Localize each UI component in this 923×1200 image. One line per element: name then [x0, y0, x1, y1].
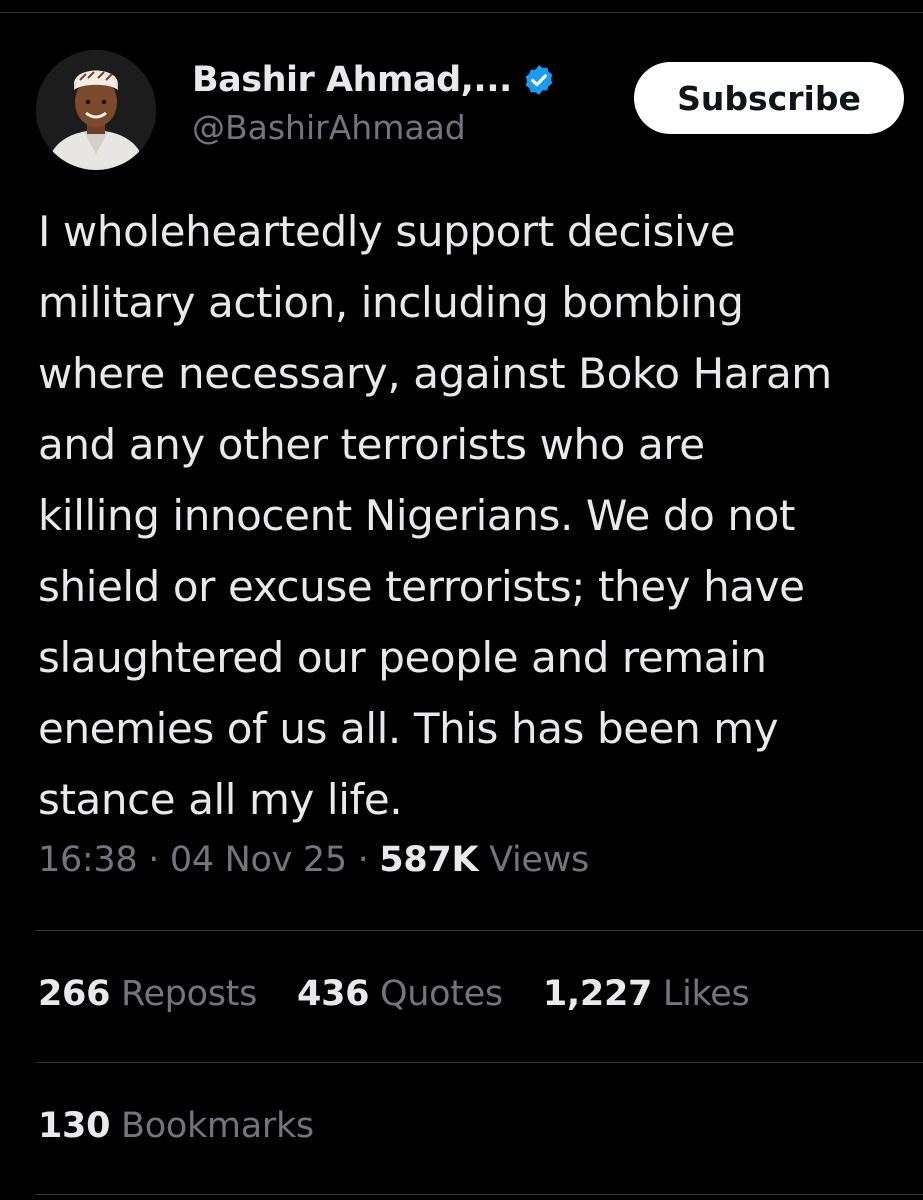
quotes-stat[interactable]: 436 Quotes [297, 974, 503, 1014]
likes-count: 1,227 [542, 974, 653, 1014]
avatar-photo [36, 50, 156, 170]
subscribe-button[interactable]: Subscribe [634, 62, 904, 134]
tweet-text-line: military action, including bombing [38, 278, 744, 327]
reposts-count: 266 [38, 974, 111, 1014]
bookmarks-stat[interactable]: 130 Bookmarks [38, 1106, 314, 1146]
quotes-label: Quotes [380, 974, 503, 1014]
bookmarks-count: 130 [38, 1106, 111, 1146]
tweet-meta: 16:38 · 04 Nov 25 · 587K Views [38, 840, 589, 880]
divider [36, 930, 923, 931]
divider [36, 1194, 923, 1195]
tweet-header: Bashir Ahmad,... @BashirAhmaad Subscribe [36, 50, 906, 180]
author-name-row: Bashir Ahmad,... [192, 58, 556, 102]
tweet-text-line: shield or excuse terrorists; they have [38, 562, 805, 611]
meta-separator: · [148, 840, 160, 880]
tweet-text-line: stance all my life. [38, 775, 403, 824]
quotes-count: 436 [297, 974, 370, 1014]
tweet-date[interactable]: 04 Nov 25 [170, 840, 347, 880]
likes-label: Likes [662, 974, 750, 1014]
author-name-block: Bashir Ahmad,... @BashirAhmaad [192, 58, 556, 147]
tweet-text-line: I wholeheartedly support decisive [38, 207, 736, 256]
tweet-text-line: and any other terrorists who are [38, 420, 705, 469]
author-display-name[interactable]: Bashir Ahmad,... [192, 60, 512, 100]
views-label: Views [489, 840, 589, 880]
tweet-text-line: slaughtered our people and remain [38, 633, 767, 682]
meta-separator: · [357, 840, 369, 880]
tweet-text-line: enemies of us all. This has been my [38, 704, 779, 753]
top-divider [0, 12, 923, 13]
tweet-text: I wholeheartedly support decisive milita… [38, 196, 923, 835]
engagement-stats: 266 Reposts 436 Quotes 1,227 Likes [38, 974, 789, 1014]
reposts-stat[interactable]: 266 Reposts [38, 974, 257, 1014]
author-handle[interactable]: @BashirAhmaad [192, 108, 556, 147]
likes-stat[interactable]: 1,227 Likes [543, 974, 750, 1014]
tweet-time[interactable]: 16:38 [38, 840, 138, 880]
tweet-text-line: killing innocent Nigerians. We do not [38, 491, 796, 540]
author-avatar[interactable] [36, 50, 156, 170]
bookmarks-label: Bookmarks [121, 1106, 314, 1146]
tweet-text-line: where necessary, against Boko Haram [38, 349, 832, 398]
verified-badge-icon [522, 63, 556, 97]
reposts-label: Reposts [121, 974, 258, 1014]
views-count: 587K [379, 840, 479, 880]
divider [36, 1062, 923, 1063]
